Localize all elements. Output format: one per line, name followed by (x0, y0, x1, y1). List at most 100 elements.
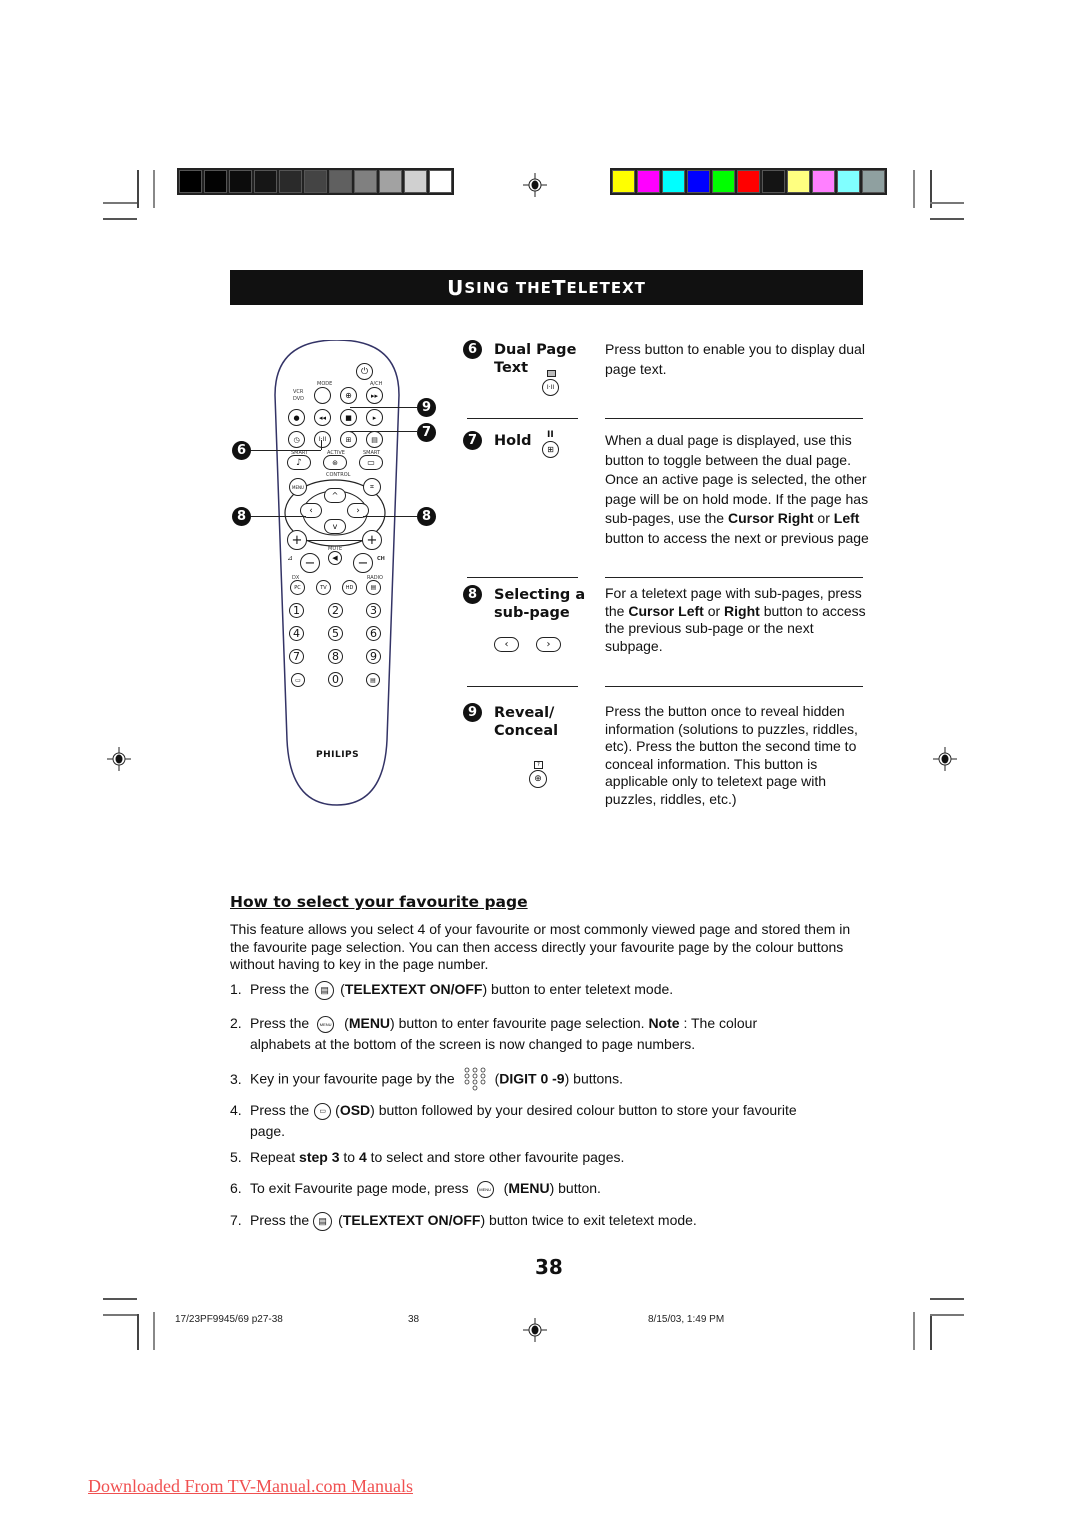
color-swatch (737, 170, 760, 193)
volume-down-button: − (300, 553, 320, 573)
crop-mark (930, 1298, 964, 1300)
feature-title-line: Hold (494, 433, 532, 449)
callout-number: 8 (421, 509, 432, 524)
feature-number: 6 (467, 342, 478, 357)
step-number: 7. (230, 1212, 242, 1228)
description-bold: Cursor Right (727, 510, 814, 526)
tv-label: TV (320, 584, 327, 591)
description-text: button to access the next or previous pa… (605, 529, 869, 546)
channel-down-button: − (353, 553, 373, 573)
crop-mark (153, 1312, 155, 1350)
cursor-right-icon: › (536, 637, 561, 652)
step-number: 4. (230, 1102, 242, 1118)
crop-mark (103, 202, 137, 204)
color-swatch (787, 170, 810, 193)
feature-title-line: Conceal (494, 723, 559, 739)
step-7: 7. Press the ▤ (TELEXTEXT ON/OFF) button tw… (230, 1210, 870, 1231)
step-text: Press the (250, 981, 310, 997)
step-bold: Note (648, 1015, 680, 1031)
dvd-label: DVD (293, 396, 305, 402)
digit-9-button: 9 (366, 649, 381, 664)
pc-button: PC (290, 580, 305, 595)
step-number: 6. (230, 1180, 242, 1196)
footer-page-number: 38 (408, 1314, 420, 1325)
reveal-button: ⊕ (340, 387, 357, 404)
callout-badge-8-right: 8 (417, 507, 436, 526)
step-text: Press the (250, 1102, 310, 1118)
play-button: ▸ (366, 409, 383, 426)
divider-line (467, 418, 578, 419)
divider-line (467, 686, 578, 687)
feature-title-line: Selecting a (494, 587, 586, 603)
crop-mark (930, 1314, 964, 1316)
feature-title: Selecting a sub-page (494, 586, 585, 622)
step-bold: DIGIT 0 -9 (499, 1070, 565, 1087)
menu-button: MENU (289, 478, 307, 496)
crop-mark (137, 1314, 139, 1350)
step-number: 1. (230, 981, 242, 997)
divider-line (605, 577, 863, 578)
volume-icon: ⊿ (287, 554, 293, 562)
divider-line (307, 540, 362, 542)
registration-mark-icon (523, 1318, 547, 1342)
vcr-label: VCR (293, 389, 304, 395)
callout-line (350, 407, 417, 408)
dual-page-button-icon: I·II (542, 379, 559, 396)
crop-mark (913, 170, 915, 208)
callout-line (251, 450, 321, 451)
description-bold: Right (724, 602, 760, 619)
color-swatch (762, 170, 785, 193)
callout-number: 7 (421, 425, 432, 440)
feature-description: Press the button once to reveal hidden i… (605, 703, 858, 807)
step-text: Press the (250, 1015, 310, 1031)
callout-line (321, 440, 322, 450)
callout-badge-8-left: 8 (232, 507, 251, 526)
digit-label: 1 (293, 604, 300, 617)
digit-1-button: 1 (289, 603, 304, 618)
osd-button-icon: ▭ (314, 1102, 332, 1120)
digit-buttons-icon (464, 1067, 485, 1091)
grayscale-swatch (204, 170, 227, 193)
pause-indicator-icon: II (547, 430, 554, 440)
control-label: CONTROL (326, 472, 351, 478)
digit-8-button: 8 (328, 649, 343, 664)
timer-button: ◷ (288, 431, 305, 448)
title-text: U (447, 275, 465, 300)
step-text: Press the (250, 1212, 310, 1228)
grayscale-swatch (404, 170, 427, 193)
active-control-button: ⊛ (323, 455, 347, 470)
callout-line (363, 516, 417, 517)
hold-button: ⊞ (340, 431, 357, 448)
teletext-button-icon: ▤ (315, 980, 335, 1000)
rewind-button: ◂◂ (314, 409, 331, 426)
menu-button-icon: MENU (317, 1015, 335, 1033)
step-2: 2. Press the MENU (MENU) button to enter fa… (230, 1013, 870, 1055)
grayscale-swatch (304, 170, 327, 193)
color-swatch (812, 170, 835, 193)
crop-mark (103, 1298, 137, 1300)
registration-mark-icon (933, 747, 957, 771)
description-text: or (703, 602, 725, 619)
crop-mark (103, 218, 137, 220)
teletext-button: ▤ (366, 431, 383, 448)
stop-button: ■ (340, 409, 357, 426)
mode-button (314, 387, 331, 404)
digit-label: 3 (370, 604, 377, 617)
step-bold: 4 (358, 1149, 367, 1165)
digit-6-button: 6 (366, 626, 381, 641)
download-source-link[interactable]: Downloaded From TV-Manual.com Manuals (88, 1476, 413, 1497)
mode-label: MODE (317, 381, 333, 387)
step-text-continued: page. (250, 1123, 286, 1139)
step-bold: TELEXTEXT ON/OFF (344, 981, 483, 997)
pc-label: PC (294, 584, 301, 591)
channel-up-button: + (362, 530, 382, 550)
crop-mark (930, 1314, 932, 1350)
footer-date: 8/15/03, 1:49 PM (648, 1314, 725, 1325)
tv-button: TV (316, 580, 331, 595)
color-swatch (837, 170, 860, 193)
callout-badge-6: 6 (232, 441, 251, 460)
color-swatch (712, 170, 735, 193)
grayscale-swatch (329, 170, 352, 193)
smart-picture-button: ▭ (359, 455, 383, 470)
digit-5-button: 5 (328, 626, 343, 641)
